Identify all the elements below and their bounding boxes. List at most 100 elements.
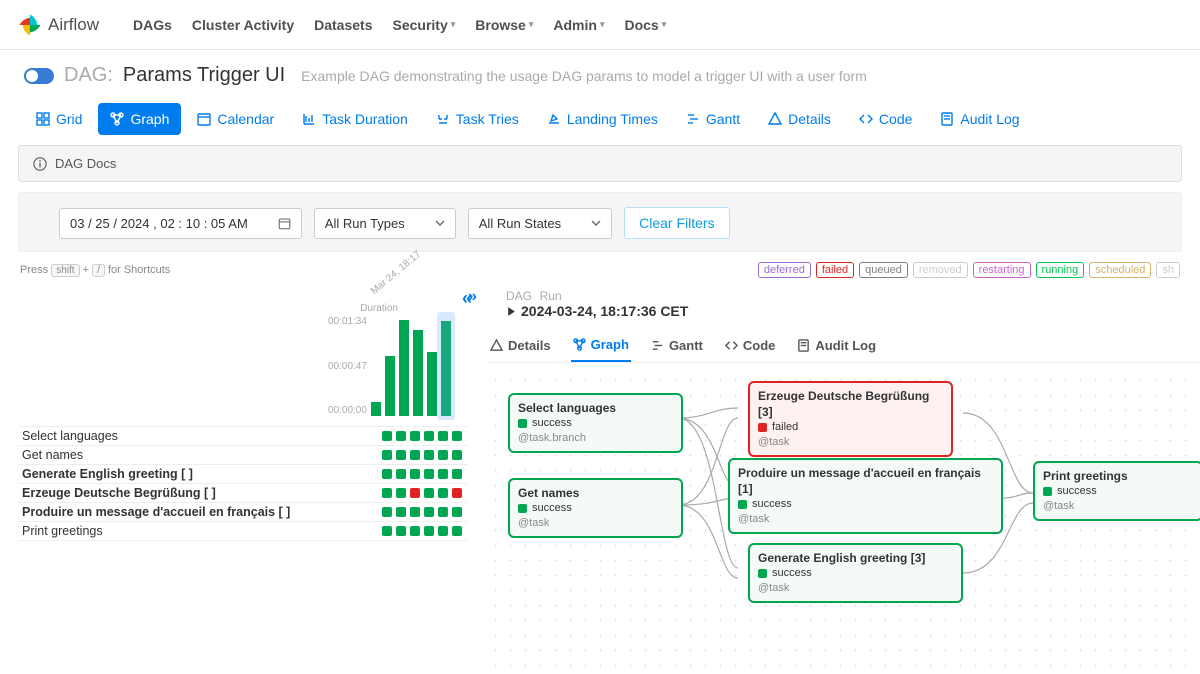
task-cell[interactable] xyxy=(424,431,434,441)
nav-cluster-activity[interactable]: Cluster Activity xyxy=(182,11,304,39)
task-cell[interactable] xyxy=(396,507,406,517)
run-bar[interactable] xyxy=(413,330,423,416)
task-cell[interactable] xyxy=(382,450,392,460)
nav-admin[interactable]: Admin▾ xyxy=(543,11,614,39)
landing-times-icon xyxy=(547,112,561,126)
task-cell[interactable] xyxy=(410,526,420,536)
legend-sh[interactable]: sh xyxy=(1156,262,1180,278)
tab-code[interactable]: Code xyxy=(847,103,924,135)
clear-filters-button[interactable]: Clear Filters xyxy=(624,207,729,239)
tab-grid[interactable]: Grid xyxy=(24,103,94,135)
nav-datasets[interactable]: Datasets xyxy=(304,11,382,39)
task-cell[interactable] xyxy=(452,450,462,460)
task-table: Select languagesGet namesGenerate Englis… xyxy=(18,426,468,541)
node-print-greetings[interactable]: Print greetings success @task xyxy=(1033,461,1200,521)
task-cell[interactable] xyxy=(424,469,434,479)
tab-graph[interactable]: Graph xyxy=(98,103,181,135)
nav-dags[interactable]: DAGs xyxy=(123,11,182,39)
task-cell[interactable] xyxy=(424,526,434,536)
task-row[interactable]: Erzeuge Deutsche Begrüßung [ ] xyxy=(18,483,468,502)
task-cell[interactable] xyxy=(452,507,462,517)
task-cell[interactable] xyxy=(424,450,434,460)
task-cell[interactable] xyxy=(452,431,462,441)
top-nav: Airflow DAGsCluster ActivityDatasetsSecu… xyxy=(0,0,1200,50)
nav-browse[interactable]: Browse▾ xyxy=(465,11,543,39)
task-cell[interactable] xyxy=(396,431,406,441)
tab-task-duration[interactable]: Task Duration xyxy=(290,103,420,135)
legend-failed[interactable]: failed xyxy=(816,262,854,278)
subtab-graph[interactable]: Graph xyxy=(571,331,631,362)
task-row[interactable]: Get names xyxy=(18,445,468,464)
task-cell[interactable] xyxy=(452,526,462,536)
task-cell[interactable] xyxy=(396,469,406,479)
legend-restarting[interactable]: restarting xyxy=(973,262,1031,278)
task-cell[interactable] xyxy=(438,526,448,536)
runstates-select[interactable]: All Run States xyxy=(468,208,612,239)
expand-graph-button[interactable]: » xyxy=(468,288,477,306)
legend-removed[interactable]: removed xyxy=(913,262,968,278)
task-cell[interactable] xyxy=(382,469,392,479)
legend-queued[interactable]: queued xyxy=(859,262,908,278)
task-cell[interactable] xyxy=(382,431,392,441)
task-cell[interactable] xyxy=(410,507,420,517)
legend-deferred[interactable]: deferred xyxy=(758,262,811,278)
task-cell[interactable] xyxy=(382,488,392,498)
task-cell[interactable] xyxy=(410,488,420,498)
run-bar[interactable] xyxy=(427,352,437,416)
node-title: Produire un message d'accueil en françai… xyxy=(738,465,993,497)
task-cell[interactable] xyxy=(410,469,420,479)
node-english-greeting[interactable]: Generate English greeting [3] success @t… xyxy=(748,543,963,603)
task-cell[interactable] xyxy=(410,431,420,441)
graph-canvas[interactable]: Select languages success @task.branch Ge… xyxy=(488,373,1200,673)
crumb-run[interactable]: Run xyxy=(540,289,562,303)
task-cell[interactable] xyxy=(452,469,462,479)
subtab-gantt[interactable]: Gantt xyxy=(649,331,705,362)
nav-docs[interactable]: Docs▾ xyxy=(614,11,676,39)
datetime-field[interactable]: 03 / 25 / 2024 , 02 : 10 : 05 AM xyxy=(59,208,302,239)
subtab-code[interactable]: Code xyxy=(723,331,778,362)
task-cell[interactable] xyxy=(438,431,448,441)
task-row[interactable]: Print greetings xyxy=(18,521,468,541)
task-cell[interactable] xyxy=(396,526,406,536)
task-row[interactable]: Produire un message d'accueil en françai… xyxy=(18,502,468,521)
tab-audit-log[interactable]: Audit Log xyxy=(928,103,1031,135)
task-cell[interactable] xyxy=(396,488,406,498)
task-cell[interactable] xyxy=(438,507,448,517)
tab-task-tries[interactable]: Task Tries xyxy=(424,103,531,135)
run-bar[interactable] xyxy=(385,356,395,416)
task-cell[interactable] xyxy=(396,450,406,460)
nav-security[interactable]: Security▾ xyxy=(382,11,465,39)
run-bar[interactable] xyxy=(371,402,381,416)
task-row[interactable]: Select languages xyxy=(18,426,468,445)
tab-landing-times[interactable]: Landing Times xyxy=(535,103,670,135)
task-cell[interactable] xyxy=(438,469,448,479)
task-cell[interactable] xyxy=(382,507,392,517)
tab-gantt[interactable]: Gantt xyxy=(674,103,752,135)
run-timestamp: 2024-03-24, 18:17:36 CET xyxy=(506,303,1200,319)
run-bar[interactable] xyxy=(399,320,409,416)
runtypes-select[interactable]: All Run Types xyxy=(314,208,456,239)
brand-logo[interactable]: Airflow xyxy=(18,13,99,37)
run-bars[interactable] xyxy=(371,316,451,416)
task-cell[interactable] xyxy=(452,488,462,498)
task-row[interactable]: Generate English greeting [ ] xyxy=(18,464,468,483)
node-german-greeting[interactable]: Erzeuge Deutsche Begrüßung [3] failed @t… xyxy=(748,381,953,457)
dag-docs-bar[interactable]: DAG Docs xyxy=(18,145,1182,182)
task-cell[interactable] xyxy=(438,488,448,498)
subtab-details[interactable]: Details xyxy=(488,331,553,362)
task-cell[interactable] xyxy=(424,488,434,498)
task-cell[interactable] xyxy=(410,450,420,460)
tab-details[interactable]: Details xyxy=(756,103,843,135)
crumb-dag[interactable]: DAG xyxy=(506,289,532,303)
node-get-names[interactable]: Get names success @task xyxy=(508,478,683,538)
legend-scheduled[interactable]: scheduled xyxy=(1089,262,1151,278)
node-french-greeting[interactable]: Produire un message d'accueil en françai… xyxy=(728,458,1003,534)
legend-running[interactable]: running xyxy=(1036,262,1085,278)
task-cell[interactable] xyxy=(438,450,448,460)
subtab-audit-log[interactable]: Audit Log xyxy=(795,331,878,362)
dag-enabled-toggle[interactable] xyxy=(24,68,54,84)
task-cell[interactable] xyxy=(382,526,392,536)
tab-calendar[interactable]: Calendar xyxy=(185,103,286,135)
task-cell[interactable] xyxy=(424,507,434,517)
node-select-languages[interactable]: Select languages success @task.branch xyxy=(508,393,683,453)
